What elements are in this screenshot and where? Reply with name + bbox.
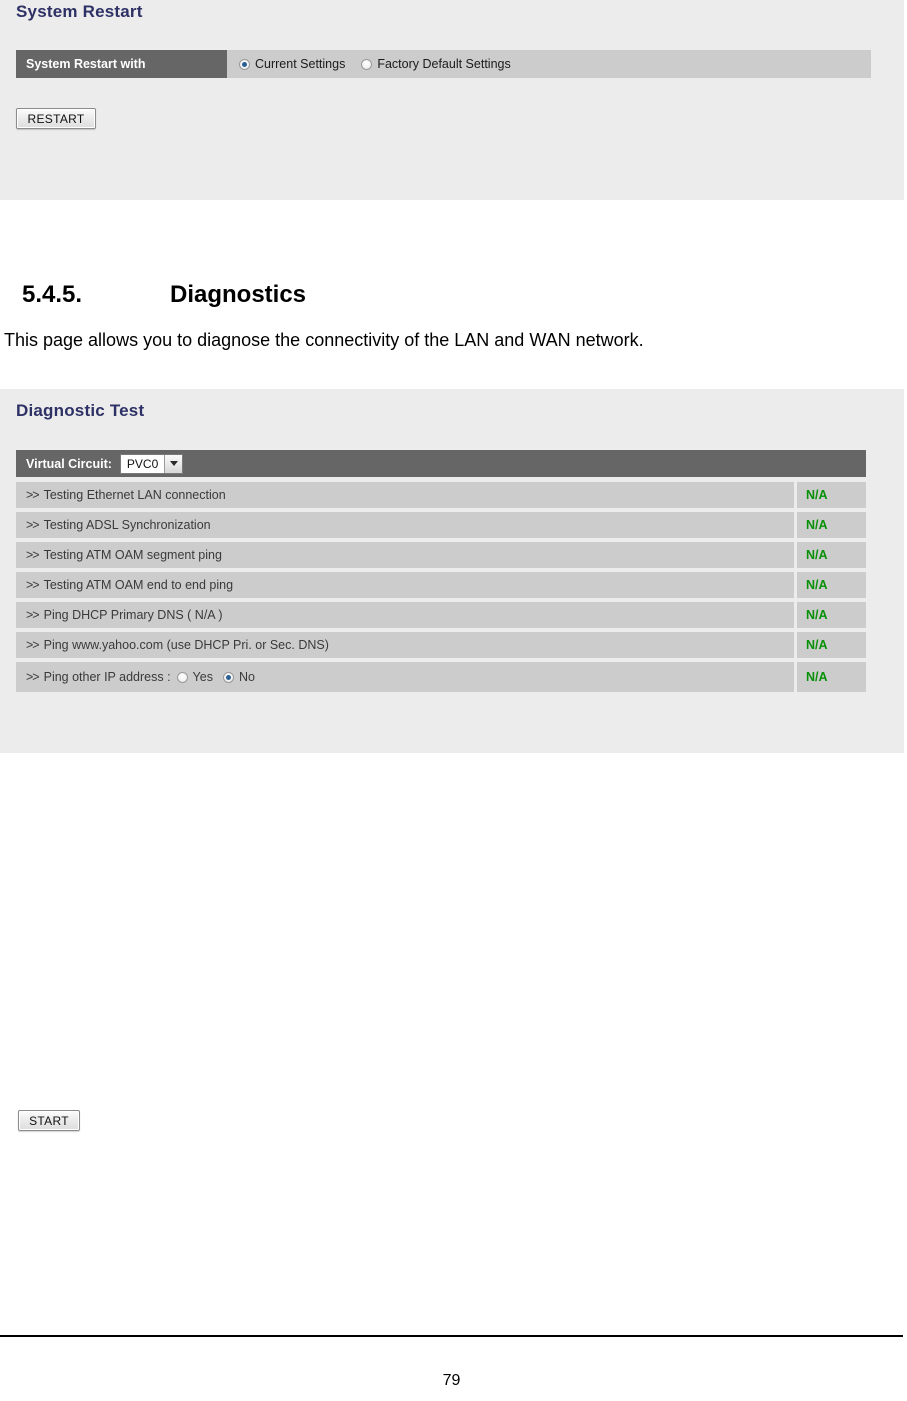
page-number: 79	[442, 1372, 461, 1389]
radio-option-factory-default-settings[interactable]: Factory Default Settings	[361, 57, 511, 71]
table-row: >> Ping www.yahoo.com (use DHCP Pri. or …	[16, 632, 866, 658]
chevron-down-icon[interactable]	[164, 454, 183, 473]
row-label: Ping www.yahoo.com (use DHCP Pri. or Sec…	[43, 638, 329, 652]
table-row: >> Testing ADSL Synchronization N/A	[16, 512, 866, 538]
status-badge: N/A	[794, 482, 866, 508]
status-badge: N/A	[794, 572, 866, 598]
row-label: Ping other IP address :	[43, 670, 171, 684]
status-badge: N/A	[794, 512, 866, 538]
diagnostic-test-name-cell: >> Ping DHCP Primary DNS ( N/A )	[16, 608, 794, 622]
diagnostic-test-name-cell: >> Testing ATM OAM end to end ping	[16, 578, 794, 592]
system-restart-with-label: System Restart with	[16, 50, 227, 78]
virtual-circuit-row: Virtual Circuit: PVC0	[16, 450, 866, 477]
radio-button-ping-other-ip-yes[interactable]	[176, 671, 188, 683]
status-badge: N/A	[794, 542, 866, 568]
diagnostic-results-table: >> Testing Ethernet LAN connection N/A >…	[16, 482, 866, 696]
row-label: Ping DHCP Primary DNS ( N/A )	[43, 608, 223, 622]
radio-button-current-settings[interactable]	[239, 58, 250, 70]
table-row: >> Ping DHCP Primary DNS ( N/A ) N/A	[16, 602, 866, 628]
ping-other-ip-options: Yes No	[176, 670, 265, 684]
row-prefix: >>	[26, 578, 40, 592]
row-prefix: >>	[26, 638, 40, 652]
footer-divider	[0, 1335, 903, 1337]
system-restart-row: System Restart with Current Settings Fac…	[16, 50, 871, 78]
radio-option-ping-other-ip-no[interactable]: No	[222, 670, 255, 684]
row-label: Testing ATM OAM segment ping	[43, 548, 222, 562]
radio-button-ping-other-ip-no[interactable]	[222, 671, 234, 683]
radio-label-factory-default-settings: Factory Default Settings	[377, 57, 511, 71]
radio-label-current-settings: Current Settings	[255, 57, 346, 71]
row-prefix: >>	[26, 670, 40, 684]
row-prefix: >>	[26, 518, 40, 532]
virtual-circuit-select[interactable]: PVC0	[119, 453, 184, 474]
radio-label-ping-other-ip-no: No	[238, 670, 255, 684]
table-row: >> Ping other IP address : Yes No N/A	[16, 662, 866, 692]
radio-option-ping-other-ip-yes[interactable]: Yes	[176, 670, 213, 684]
section-number: 5.4.5.	[22, 281, 83, 308]
status-badge: N/A	[794, 662, 866, 692]
restart-button[interactable]: RESTART	[16, 108, 96, 129]
system-restart-options: Current Settings Factory Default Setting…	[227, 50, 871, 78]
system-restart-panel: System Restart System Restart with Curre…	[0, 0, 904, 200]
row-label: Testing ADSL Synchronization	[43, 518, 211, 532]
status-badge: N/A	[794, 632, 866, 658]
diagnostic-test-name-cell: >> Testing Ethernet LAN connection	[16, 488, 794, 502]
table-row: >> Testing Ethernet LAN connection N/A	[16, 482, 866, 508]
diagnostic-test-name-cell: >> Ping other IP address : Yes No	[16, 670, 794, 684]
virtual-circuit-label: Virtual Circuit:	[26, 456, 112, 471]
section-title: Diagnostics	[170, 281, 307, 308]
diagnostic-test-panel: Diagnostic Test Virtual Circuit: PVC0 >>…	[0, 389, 904, 1131]
row-label: Testing Ethernet LAN connection	[43, 488, 226, 502]
start-button[interactable]: START	[18, 1110, 80, 1131]
section-intro-text: This page allows you to diagnose the con…	[4, 330, 644, 350]
table-row: >> Testing ATM OAM segment ping N/A	[16, 542, 866, 568]
section-heading: 5.4.5. Diagnostics	[22, 281, 306, 309]
radio-label-ping-other-ip-yes: Yes	[192, 670, 213, 684]
diagnostic-test-name-cell: >> Testing ADSL Synchronization	[16, 518, 794, 532]
diagnostic-test-name-cell: >> Ping www.yahoo.com (use DHCP Pri. or …	[16, 638, 794, 652]
radio-option-current-settings[interactable]: Current Settings	[239, 57, 345, 71]
row-prefix: >>	[26, 488, 40, 502]
row-prefix: >>	[26, 608, 40, 622]
diagnostic-test-name-cell: >> Testing ATM OAM segment ping	[16, 548, 794, 562]
row-prefix: >>	[26, 548, 40, 562]
row-label: Testing ATM OAM end to end ping	[43, 578, 234, 592]
system-restart-title: System Restart	[16, 2, 143, 21]
radio-button-factory-default-settings[interactable]	[361, 58, 373, 70]
status-badge: N/A	[794, 602, 866, 628]
virtual-circuit-selected-value: PVC0	[120, 454, 165, 473]
diagnostic-test-title: Diagnostic Test	[16, 401, 145, 420]
table-row: >> Testing ATM OAM end to end ping N/A	[16, 572, 866, 598]
